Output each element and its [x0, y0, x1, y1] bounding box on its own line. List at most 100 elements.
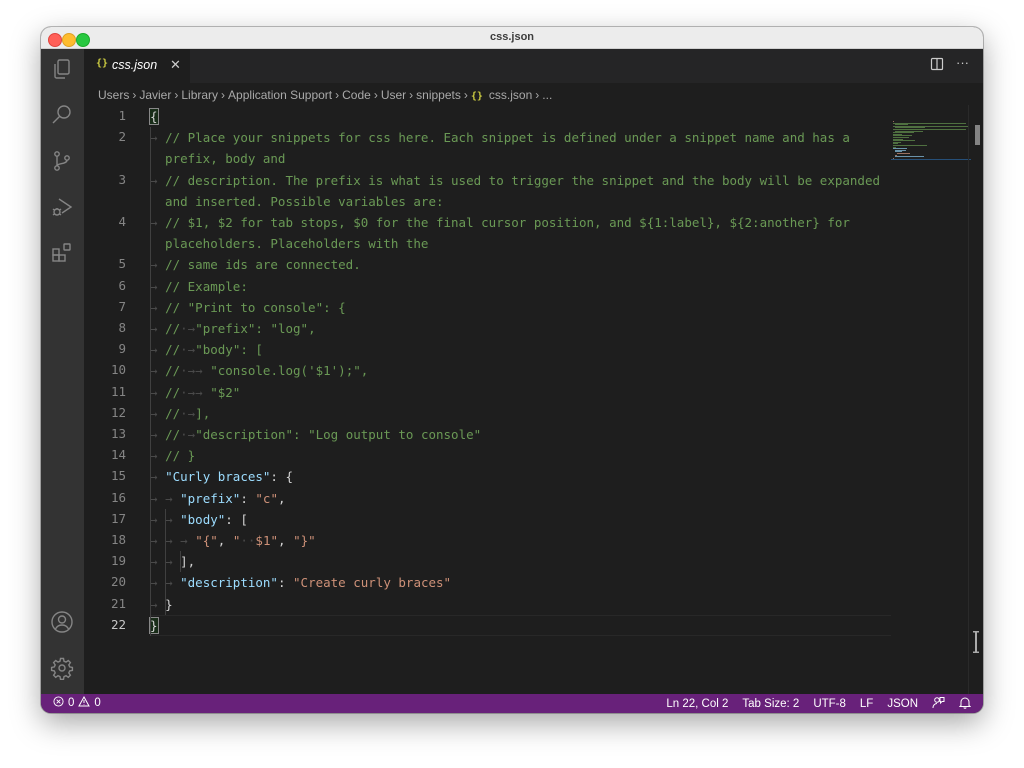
code-line[interactable]: → // }: [150, 445, 195, 466]
end-of-line[interactable]: LF: [860, 698, 873, 710]
warning-count: 0: [94, 697, 101, 709]
code-line[interactable]: → //·→"body": [: [150, 339, 263, 360]
code-token: "}": [293, 533, 316, 548]
extensions-icon[interactable]: [50, 241, 74, 265]
breadcrumb-item[interactable]: Application Support: [228, 88, 332, 102]
code-token: :: [240, 490, 256, 506]
cursor-position[interactable]: Ln 22, Col 2: [666, 698, 728, 710]
code-line[interactable]: → // description. The prefix is what is …: [150, 170, 880, 191]
tab-whitespace-marker: →: [165, 554, 181, 570]
tab-whitespace-marker: →: [150, 448, 166, 464]
editor-tab-bar: {} css.json ✕ ···: [84, 49, 983, 83]
chevron-right-icon: ›: [132, 88, 137, 102]
accounts-icon[interactable]: [50, 610, 74, 634]
source-control-icon[interactable]: [50, 149, 74, 173]
whitespace-marker: ·→→: [180, 363, 211, 379]
chevron-right-icon: ›: [409, 88, 414, 102]
code-line[interactable]: → //·→"description": "Log output to cons…: [150, 424, 481, 445]
code-token: //: [165, 427, 181, 442]
code-line[interactable]: → → "description": "Create curly braces": [150, 572, 451, 593]
code-line[interactable]: → }: [150, 594, 173, 615]
language-mode[interactable]: JSON: [887, 698, 918, 710]
encoding[interactable]: UTF-8: [813, 698, 846, 710]
vertical-scrollbar[interactable]: [968, 105, 983, 694]
line-number: 15: [110, 468, 126, 484]
code-line[interactable]: → //·→],: [150, 403, 210, 424]
feedback-icon[interactable]: [932, 696, 945, 712]
code-line[interactable]: {: [149, 106, 159, 127]
tab-whitespace-marker: →: [150, 490, 166, 506]
line-number: 14: [110, 447, 126, 463]
tab-whitespace-marker: →: [150, 575, 166, 591]
code-token: "{": [195, 533, 218, 548]
whitespace-marker: ·→: [180, 321, 196, 336]
breadcrumb-item[interactable]: Library: [181, 88, 218, 102]
code-token: // description. The prefix is what is us…: [165, 172, 880, 188]
breadcrumb-file[interactable]: css.json: [489, 88, 532, 102]
code-line[interactable]: → → → "{", "··$1", "}": [150, 530, 316, 551]
code-line[interactable]: → //·→→ "$2": [150, 382, 240, 403]
breadcrumb-item[interactable]: Users: [98, 88, 129, 102]
minimap-line: [897, 153, 910, 154]
breadcrumb-item[interactable]: Code: [342, 88, 371, 102]
tab-css-json[interactable]: {} css.json ✕: [84, 49, 190, 83]
code-token: ,: [278, 533, 294, 548]
code-token: "description": "Log output to console": [195, 427, 482, 442]
split-editor-icon[interactable]: [930, 57, 944, 74]
run-debug-icon[interactable]: [50, 195, 74, 219]
line-number: 2: [118, 129, 126, 145]
code-editor[interactable]: 1 2 3 4 5 6 7 8 9 10 11 12 13 14 15 16 17 18 19 20 21 22 {→ /…: [84, 105, 983, 694]
wrapped-code-line[interactable]: prefix, body and: [150, 148, 285, 169]
tab-whitespace-marker: →: [150, 384, 166, 400]
tab-size[interactable]: Tab Size: 2: [742, 698, 799, 710]
code-token: // "Print to console": {: [165, 299, 346, 315]
code-token: // same ids are connected.: [165, 257, 361, 273]
code-token: "Curly braces": [165, 469, 271, 485]
code-token: ],: [195, 405, 211, 421]
explorer-icon[interactable]: [50, 57, 74, 81]
code-line[interactable]: → // "Print to console": {: [150, 297, 346, 318]
minimap[interactable]: [891, 121, 971, 161]
tab-whitespace-marker: →: [165, 533, 181, 548]
scrollbar-thumb[interactable]: [975, 125, 980, 145]
code-token: "description": [180, 575, 278, 591]
code-token: "Create curly braces": [293, 575, 452, 591]
chevron-right-icon: ›: [373, 88, 378, 102]
breadcrumb-item[interactable]: User: [381, 88, 406, 102]
tab-whitespace-marker: →: [150, 215, 166, 230]
indent-guide: [180, 551, 182, 573]
code-line[interactable]: → //·→"prefix": "log",: [150, 318, 316, 339]
code-line[interactable]: → // Place your snippets for css here. E…: [150, 127, 850, 148]
manage-gear-icon[interactable]: [50, 656, 74, 680]
whitespace-marker: ·→: [180, 427, 196, 442]
code-line[interactable]: → "Curly braces": {: [150, 466, 293, 487]
code-line[interactable]: → → "prefix": "c",: [150, 488, 286, 509]
breadcrumb-item[interactable]: snippets: [416, 88, 461, 102]
code-token: : [: [225, 511, 248, 527]
code-token: "console.log('$1');",: [210, 363, 369, 379]
tab-whitespace-marker: →: [150, 554, 166, 570]
chevron-right-icon: ›: [174, 88, 179, 102]
code-line[interactable]: → → ],: [150, 551, 195, 572]
code-line[interactable]: → // same ids are connected.: [150, 254, 361, 275]
tab-whitespace-marker: →: [150, 533, 166, 548]
wrapped-code-line[interactable]: placeholders. Placeholders with the: [150, 233, 428, 254]
more-actions-icon[interactable]: ···: [956, 55, 969, 72]
breadcrumb-item[interactable]: Javier: [139, 88, 171, 102]
search-icon[interactable]: [50, 103, 74, 127]
code-line[interactable]: → // Example:: [150, 276, 248, 297]
code-line[interactable]: → //·→→ "console.log('$1');",: [150, 360, 368, 381]
tab-whitespace-marker: →: [150, 172, 166, 188]
code-line[interactable]: }: [149, 615, 159, 636]
close-tab-icon[interactable]: ✕: [170, 57, 181, 73]
wrapped-code-line[interactable]: and inserted. Possible variables are:: [150, 191, 443, 212]
code-line[interactable]: → // $1, $2 for tab stops, $0 for the fi…: [150, 212, 850, 233]
breadcrumb-symbol[interactable]: ...: [542, 88, 552, 102]
code-token: ],: [180, 554, 196, 570]
tab-whitespace-marker: →: [150, 596, 166, 612]
notifications-bell-icon[interactable]: [958, 696, 972, 712]
code-token: "prefix": [180, 490, 241, 506]
mouse-ibeam-cursor: [973, 630, 979, 654]
json-file-icon: {}: [96, 58, 109, 69]
problems-indicator[interactable]: 0 0: [53, 695, 101, 710]
